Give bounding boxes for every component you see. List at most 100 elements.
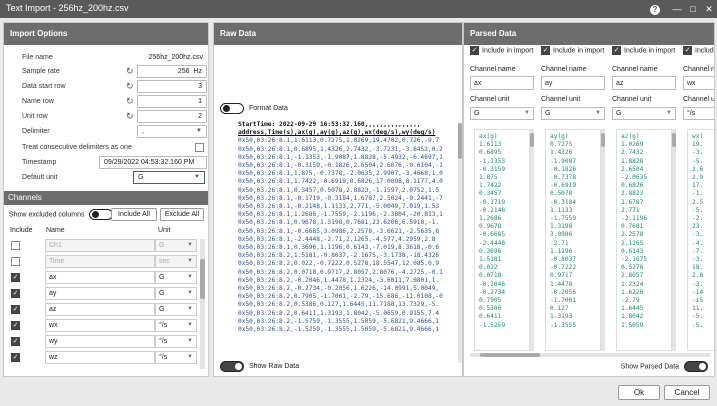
raw-line: 0x50,03:26:8.2,0.022,-0.7222,0.5278,18.5…	[238, 260, 440, 268]
channel-name-input[interactable]: wz	[45, 351, 155, 364]
reset-icon[interactable]: ↻	[126, 81, 134, 92]
parsed-value: 1.6445	[621, 305, 644, 313]
include-all-button[interactable]: Include All	[111, 208, 157, 221]
raw-scrollbar[interactable]	[458, 123, 462, 363]
sample-rate-label: Sample rate	[22, 68, 60, 75]
parsed-value: -1.7559	[550, 215, 577, 223]
parsed-value: 0.127	[550, 305, 569, 313]
include-checkbox[interactable]: ✓	[612, 46, 621, 55]
data-start-row-input[interactable]: 3	[137, 80, 207, 93]
data-start-row: Data start row ↻ 3	[9, 80, 207, 94]
sample-rate-input[interactable]: 256 Hz	[137, 65, 207, 78]
column-scrollbar[interactable]	[601, 129, 605, 351]
show-parsed-toggle[interactable]	[684, 361, 708, 372]
parsed-header: ay(g)	[550, 133, 569, 140]
channel-name-input[interactable]: wy	[45, 335, 155, 348]
include-label: Include in import	[624, 47, 676, 55]
exclude-all-button[interactable]: Exclude All	[160, 208, 204, 221]
include-checkbox[interactable]	[11, 257, 20, 266]
include-checkbox[interactable]: ✓	[11, 353, 20, 362]
close-icon[interactable]: ✕	[702, 2, 716, 16]
cancel-button[interactable]: Cancel	[664, 385, 710, 400]
channel-unit-select[interactable]: G ▼	[155, 303, 197, 316]
show-excluded-toggle[interactable]	[89, 209, 114, 220]
channel-name-input[interactable]: ax	[45, 271, 155, 284]
raw-line: 0x50,03:26:8.1,1.875,-0.7378,-2.0635,2.9…	[238, 170, 443, 178]
parsed-value: 0.5278	[621, 264, 644, 272]
parsed-value: 1.6113	[479, 141, 502, 149]
channels-scrollbar[interactable]	[200, 239, 205, 369]
channel-unit-select[interactable]: G ▼	[541, 107, 605, 120]
channel-name-input[interactable]: Time	[45, 255, 155, 268]
channel-name-input[interactable]: az	[612, 76, 676, 90]
channel-name-input[interactable]: Ch1	[45, 239, 155, 252]
parsed-value: 0.9678	[479, 223, 502, 231]
timestamp-input[interactable]: 09/29/2022 04:53:32.160 PM	[99, 156, 207, 169]
column-scrollbar[interactable]	[530, 129, 534, 351]
parsed-value: 0.7905	[479, 297, 502, 305]
name-row-label: Name row	[22, 98, 54, 105]
include-checkbox[interactable]	[11, 241, 20, 250]
channel-unit-select[interactable]: °/s▼	[683, 107, 714, 120]
minimize-icon[interactable]: —	[670, 2, 684, 16]
channel-unit-select[interactable]: G ▼	[155, 287, 197, 300]
parsed-value: -1.3555	[550, 321, 577, 329]
parsed-value: 0.6143	[621, 247, 644, 255]
reset-icon[interactable]: ↻	[126, 66, 134, 77]
consecutive-checkbox[interactable]	[195, 143, 204, 152]
parsed-hscrollbar[interactable]	[470, 353, 710, 357]
include-checkbox[interactable]: ✓	[11, 273, 20, 282]
parsed-value: -3.	[692, 280, 704, 288]
channel-unit-select[interactable]: G ▼	[155, 271, 197, 284]
name-row-input[interactable]: 1	[137, 95, 207, 108]
channel-name-input[interactable]: az	[45, 303, 155, 316]
channel-unit-select[interactable]: °/s▼	[155, 335, 197, 348]
channel-name-input[interactable]: ax	[470, 76, 534, 90]
show-parsed-label: Show Parsed Data	[620, 363, 680, 371]
channel-name-input[interactable]: ay	[541, 76, 605, 90]
include-checkbox[interactable]: ✓	[11, 305, 20, 314]
show-raw-toggle[interactable]	[220, 361, 244, 372]
reset-icon[interactable]: ↻	[126, 96, 134, 107]
include-checkbox[interactable]: ✓	[11, 321, 20, 330]
channel-name-input[interactable]: wx	[45, 319, 155, 332]
channel-name-input[interactable]: ay	[45, 287, 155, 300]
format-data-toggle[interactable]	[220, 103, 244, 114]
include-checkbox[interactable]: ✓	[11, 337, 20, 346]
column-scrollbar[interactable]	[672, 129, 676, 351]
include-checkbox[interactable]: ✓	[11, 289, 20, 298]
parsed-value: -1.1353	[479, 157, 506, 165]
channel-unit-select[interactable]: °/s▼	[155, 319, 197, 332]
channel-name-label: Channel name	[470, 66, 516, 73]
channel-unit-select[interactable]: G ▼	[155, 239, 197, 252]
channel-unit-select[interactable]: G ▼	[470, 107, 534, 120]
include-in-import[interactable]: ✓Include in import	[470, 46, 533, 55]
default-unit-select[interactable]: G ▼	[133, 171, 205, 184]
channel-unit-select[interactable]: °/s▼	[155, 351, 197, 364]
maximize-icon[interactable]: □	[686, 2, 700, 16]
delimiter-select[interactable]: , ▼	[137, 125, 207, 138]
channel-unit-select[interactable]: G ▼	[612, 107, 676, 120]
channel-name-input[interactable]: wx	[683, 76, 714, 90]
default-unit-row: Default unit G ▼	[9, 171, 205, 185]
channel-row: ✓ wx °/s ▼	[9, 319, 199, 333]
channel-unit-select[interactable]: sec ▼	[155, 255, 197, 268]
channel-unit-label: Channel unit	[612, 96, 652, 103]
include-in-import[interactable]: ✓Include in import	[541, 46, 604, 55]
include-in-import[interactable]: ✓Include in import	[683, 46, 714, 55]
reset-icon[interactable]: ↻	[126, 111, 134, 122]
import-options-panel: Import Options File name 256hz_200hz.csv…	[3, 22, 209, 377]
raw-line: 0x50,03:26:8.1,-2.4448,-2.71,2.1265,-4.5…	[238, 235, 436, 243]
channel-unit-label: Channel unit	[470, 96, 510, 103]
ok-button[interactable]: Ok	[618, 385, 660, 400]
parsed-value: 0.022	[479, 264, 498, 272]
raw-line: 0x50,03:26:8.2,-0.2046,1.4478,1.2324,-3.…	[238, 276, 440, 284]
help-icon[interactable]: ?	[648, 2, 662, 16]
parsed-value: -2.71	[550, 239, 569, 247]
include-checkbox[interactable]: ✓	[470, 46, 479, 55]
include-checkbox[interactable]: ✓	[541, 46, 550, 55]
include-checkbox[interactable]: ✓	[683, 46, 692, 55]
include-in-import[interactable]: ✓Include in import	[612, 46, 675, 55]
unit-row-input[interactable]: 2	[137, 110, 207, 123]
parsed-value: -0.1826	[550, 165, 577, 173]
